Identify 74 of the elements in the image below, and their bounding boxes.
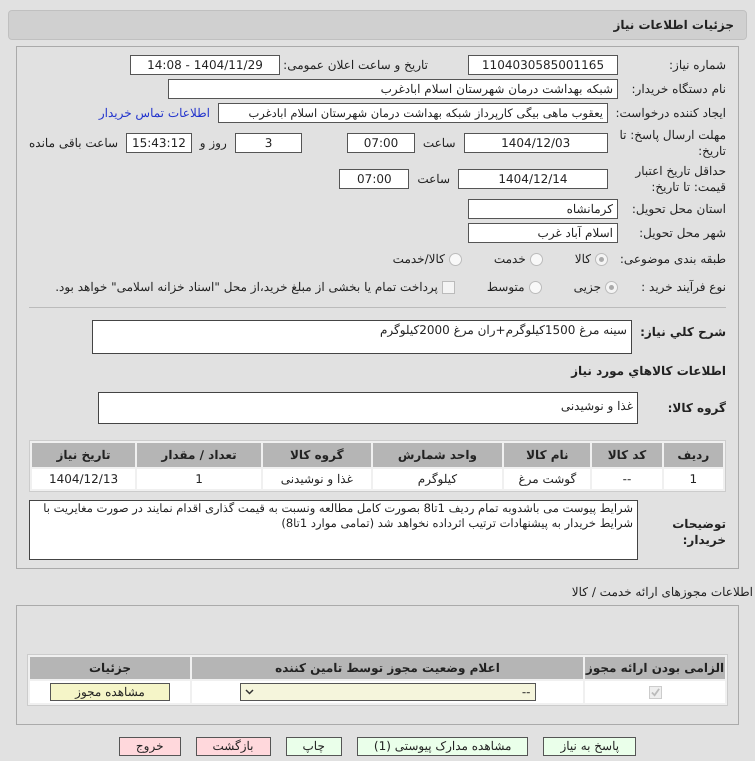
field-label: شرح کلي نياز: [640, 324, 726, 340]
table-cell: گوشت مرغ [504, 469, 590, 489]
action-button[interactable]: پاسخ به نیاز [543, 737, 636, 756]
text-field[interactable]: کرمانشاه [468, 199, 618, 219]
buyer-notes-textarea[interactable]: شرایط پیوست می باشدوبه تمام ردیف 1تا8 بصورت کامل مطالعه ونسبت به قیمت گذاری اقدام نمایند در صورت مغایریت با شرایط خریدار به پیشنهادات ترتیب اثرداده نخواهد شد (تمامی موارد 1تا8) [29, 500, 638, 560]
text-field[interactable]: 07:00 [347, 133, 415, 153]
table-cell: کیلوگرم [372, 469, 502, 489]
field-label: شهر محل تحویل: [638, 225, 726, 241]
text-field[interactable]: 1404/12/14 [458, 169, 608, 189]
field-label: نوع فرآیند خرید : [640, 279, 726, 295]
status-dropdown[interactable]: -- [240, 683, 536, 701]
field-label: ساعت [417, 171, 450, 187]
radio-button[interactable] [528, 280, 542, 294]
column-header: گروه کالا [263, 443, 371, 467]
goods-group-textarea[interactable]: غذا و نوشیدنی [98, 392, 638, 424]
radio-button[interactable] [595, 252, 608, 266]
field-label: کالا/خدمت [392, 251, 445, 267]
text-field[interactable]: یعقوب ماهی بیگی کارپرداز شبکه بهداشت درمان شهرستان اسلام ابادغرب [218, 103, 608, 123]
column-header: کد کالا [592, 443, 662, 467]
table-cell: 1 [664, 469, 723, 489]
field-label: مهلت ارسال پاسخ: تا تاریخ: [618, 127, 726, 159]
field-label: نام دستگاه خریدار: [630, 81, 726, 97]
column-header: تعداد / مقدار [137, 443, 262, 467]
column-header: واحد شمارش [372, 443, 502, 467]
text-field[interactable]: 07:00 [339, 169, 410, 189]
field-label: ساعت باقی مانده [29, 135, 118, 151]
action-button[interactable]: چاپ [286, 737, 342, 756]
table-cell: -- [592, 469, 662, 489]
chevron-down-icon [244, 689, 254, 695]
section-title: اطلاعات کالاهاي مورد نياز [570, 363, 726, 380]
field-label: ساعت [422, 135, 456, 151]
checkbox[interactable] [442, 280, 455, 294]
column-header: تاریخ نیاز [32, 443, 136, 467]
table-cell: غذا و نوشیدنی [263, 469, 371, 489]
field-label: حداقل تاریخ اعتبار قیمت: تا تاریخ: [634, 163, 726, 195]
field-label: روز و [200, 135, 227, 151]
field-label: متوسط [486, 279, 525, 295]
text-field[interactable]: اسلام آباد غرب [468, 223, 618, 243]
buyer-contact-link[interactable]: اطلاعات تماس خریدار [98, 104, 210, 122]
column-header: نام کالا [504, 443, 590, 467]
radio-button[interactable] [605, 280, 618, 294]
check-icon [650, 688, 660, 696]
field-label: طبقه بندی موضوعی: [618, 251, 726, 267]
radio-button[interactable] [530, 252, 543, 266]
text-field[interactable]: 1104030585001165 [468, 55, 618, 75]
field-label: پرداخت تمام یا بخشی از مبلغ خرید،از محل "اسناد خزانه اسلامی" خواهد بود. [55, 279, 438, 295]
text-field[interactable]: 1404/12/03 [464, 133, 608, 153]
field-label: ایجاد کننده درخواست: [616, 105, 726, 121]
field-label: توضیحات خریدار: [671, 516, 726, 548]
summary-textarea[interactable]: سینه مرغ 1500کیلوگرم+ران مرغ 2000کیلوگرم [92, 320, 632, 354]
action-button[interactable]: بازگشت [196, 737, 270, 756]
column-header: اعلام وضعیت مجوز توسط تامین کننده [192, 657, 583, 679]
table-cell: 1404/12/13 [32, 469, 136, 489]
field-label: استان محل تحویل: [630, 201, 726, 217]
field-label: جزیی [574, 279, 601, 295]
field-label: شماره نیاز: [668, 57, 726, 73]
column-header: الزامی بودن ارائه مجوز [585, 657, 725, 679]
radio-button[interactable] [448, 252, 462, 266]
text-field[interactable]: 3 [234, 133, 302, 153]
checkbox[interactable] [648, 686, 662, 698]
field-label: خدمت [494, 251, 526, 267]
column-header: ردیف [664, 443, 723, 467]
section-title: اطلاعات مجوزهای ارائه خدمت / کالا [572, 585, 753, 599]
field-label: کالا [574, 251, 591, 267]
text-field[interactable]: 1404/11/29 - 14:08 [130, 55, 280, 75]
page-header: جزئیات اطلاعات نیاز [8, 10, 747, 40]
text-field[interactable]: شبکه بهداشت درمان شهرستان اسلام ابادغرب [168, 79, 618, 99]
action-button[interactable]: خروج [118, 737, 180, 756]
action-button[interactable]: مشاهده مدارک پیوستی (1) [356, 737, 528, 756]
column-header: جزئیات [30, 657, 190, 679]
table-cell: 1 [137, 469, 262, 489]
countdown-field[interactable]: 15:43:12 [126, 133, 192, 153]
view-license-button[interactable]: مشاهده مجوز [50, 683, 170, 701]
field-label: گروه کالا: [666, 400, 726, 416]
